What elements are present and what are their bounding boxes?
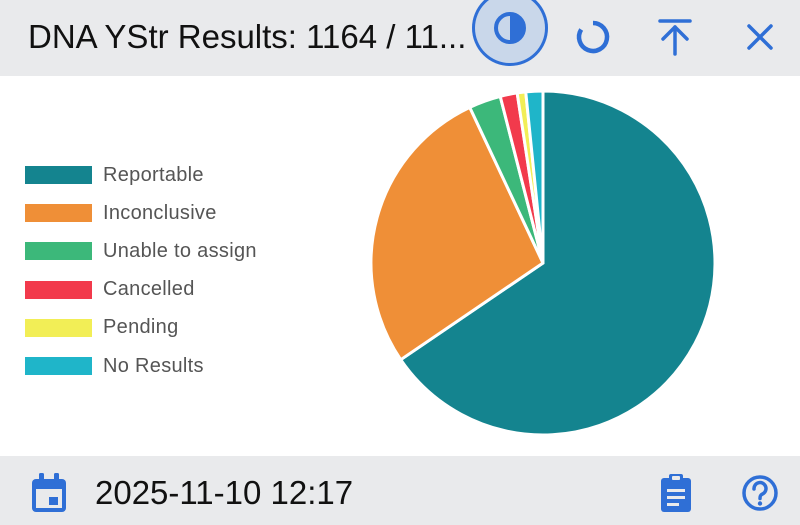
datetime-label: 2025-11-10 12:17	[95, 474, 354, 511]
legend-item[interactable]: Cancelled	[25, 271, 257, 309]
legend-swatch	[25, 318, 92, 337]
pie-chart	[369, 89, 717, 437]
legend-item[interactable]: Unable to assign	[25, 232, 257, 270]
widget-title: DNA YStr Results: 1164 / 11...	[28, 18, 467, 55]
legend-item[interactable]: Inconclusive	[25, 194, 257, 232]
legend-label: Cancelled	[103, 278, 195, 301]
help-button[interactable]	[737, 470, 783, 516]
legend-label: Inconclusive	[103, 201, 217, 224]
legend-item[interactable]: Pending	[25, 309, 257, 347]
legend-swatch	[25, 357, 92, 376]
close-icon	[747, 24, 773, 50]
legend-swatch	[25, 280, 92, 299]
clipboard-button[interactable]	[653, 470, 699, 516]
header-bar: DNA YStr Results: 1164 / 11...	[0, 0, 800, 76]
footer-bar: 2025-11-10 12:17	[0, 456, 800, 525]
chart-legend: Reportable Inconclusive Unable to assign Ca…	[25, 156, 257, 385]
legend-swatch	[25, 166, 92, 185]
clipboard-icon	[661, 474, 691, 512]
legend-item[interactable]: No Results	[25, 347, 257, 385]
arrow-up-to-line-icon	[658, 19, 692, 56]
legend-label: Unable to assign	[103, 239, 257, 262]
legend-swatch	[25, 204, 92, 223]
refresh-button[interactable]	[568, 12, 618, 62]
contrast-button[interactable]	[472, 0, 548, 66]
close-button[interactable]	[735, 12, 785, 62]
refresh-icon	[576, 20, 610, 54]
legend-label: No Results	[103, 354, 204, 377]
legend-label: Pending	[103, 316, 179, 339]
help-icon	[742, 475, 778, 511]
scroll-top-button[interactable]	[650, 12, 700, 62]
legend-item[interactable]: Reportable	[25, 156, 257, 194]
legend-label: Reportable	[103, 163, 204, 186]
results-widget: DNA YStr Results: 1164 / 11... Reportabl…	[0, 0, 800, 525]
contrast-icon	[494, 12, 526, 44]
pie-chart-area: Reportable Inconclusive Unable to assign Ca…	[0, 76, 800, 456]
legend-swatch	[25, 242, 92, 261]
calendar-icon	[32, 473, 66, 512]
